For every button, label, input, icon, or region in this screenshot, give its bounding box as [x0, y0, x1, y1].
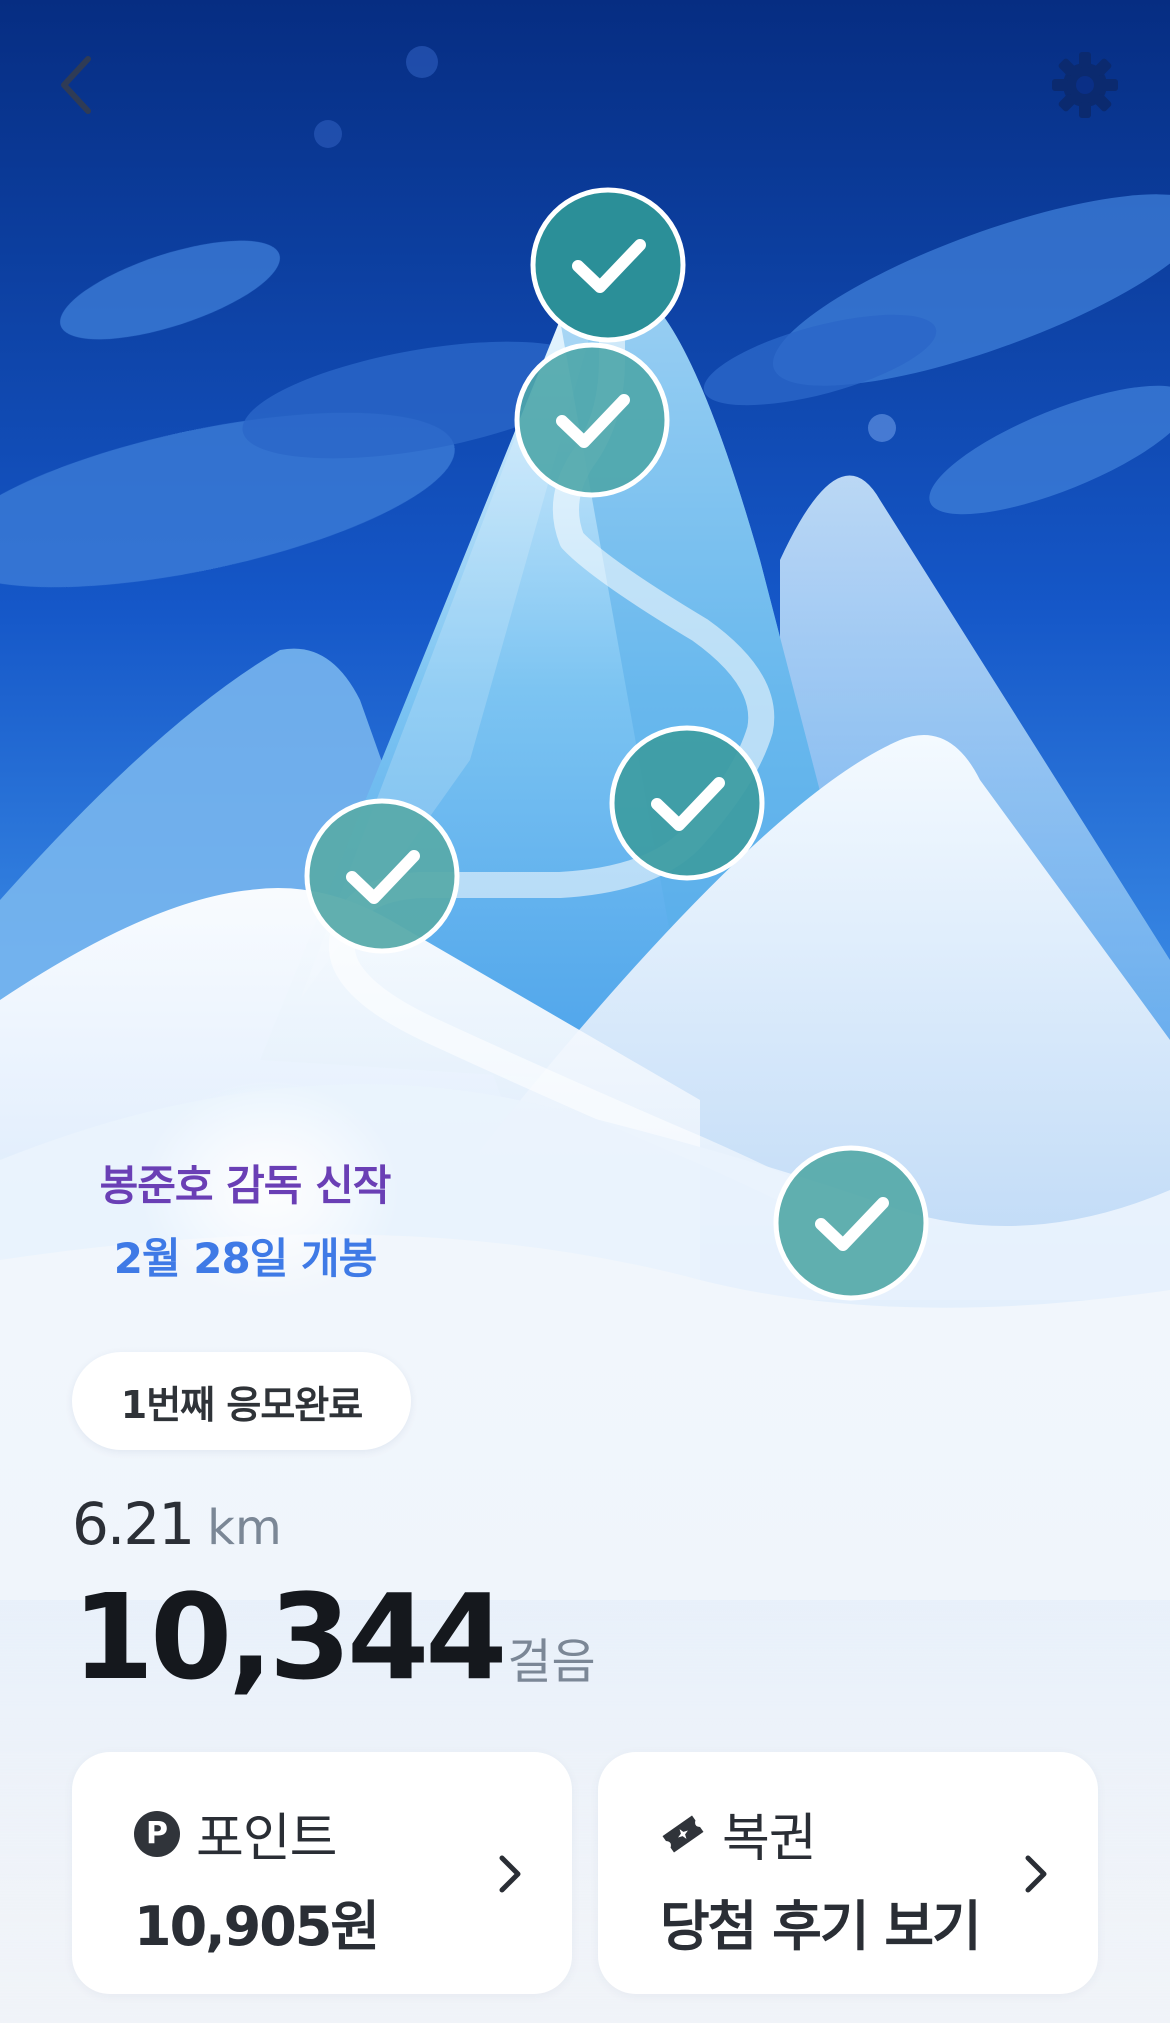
step-count-display: 10,344 걸음 [72, 1578, 596, 1696]
chevron-left-icon [61, 56, 91, 114]
ticket-icon [660, 1811, 706, 1857]
app-screen: 봉준호 감독 신작 2월 28일 개봉 1번째 응모완료 6.21 km 10,… [0, 0, 1170, 2023]
entry-status-badge: 1번째 응모완료 [72, 1352, 411, 1450]
lottery-card[interactable]: 복권 당첨 후기 보기 [598, 1752, 1098, 1994]
checkpoint-2[interactable] [514, 342, 670, 498]
step-count-unit: 걸음 [507, 1634, 596, 1690]
points-balance: 10,905원 [134, 1895, 380, 1958]
points-card-title: 포인트 [196, 1809, 338, 1869]
mountain-illustration [0, 0, 1170, 2023]
points-card-header: P 포인트 [134, 1796, 338, 1871]
promo-release-date: 2월 28일 개봉 [113, 1234, 377, 1283]
checkpoint-4[interactable] [304, 798, 460, 954]
lottery-card-header: 복권 [660, 1796, 817, 1871]
p-coin-icon: P [134, 1810, 180, 1857]
promo-title: 봉준호 감독 신작 [99, 1161, 392, 1210]
distance-display: 6.21 km [72, 1490, 282, 1558]
back-button[interactable] [40, 40, 112, 130]
checkpoint-3[interactable] [609, 725, 765, 881]
lottery-review-link: 당첨 후기 보기 [660, 1895, 982, 1958]
step-count-value: 10,344 [72, 1568, 507, 1706]
gear-icon [1052, 52, 1118, 118]
chevron-right-icon [499, 1855, 521, 1893]
settings-button[interactable] [1040, 40, 1130, 130]
checkpoint-5[interactable] [773, 1145, 929, 1301]
chevron-right-icon [1025, 1855, 1047, 1893]
distance-value: 6.21 [72, 1490, 195, 1558]
checkpoint-1[interactable] [530, 187, 686, 343]
lottery-card-title: 복권 [722, 1809, 817, 1869]
points-card[interactable]: P 포인트 10,905원 [72, 1752, 572, 1994]
distance-unit: km [207, 1500, 282, 1556]
